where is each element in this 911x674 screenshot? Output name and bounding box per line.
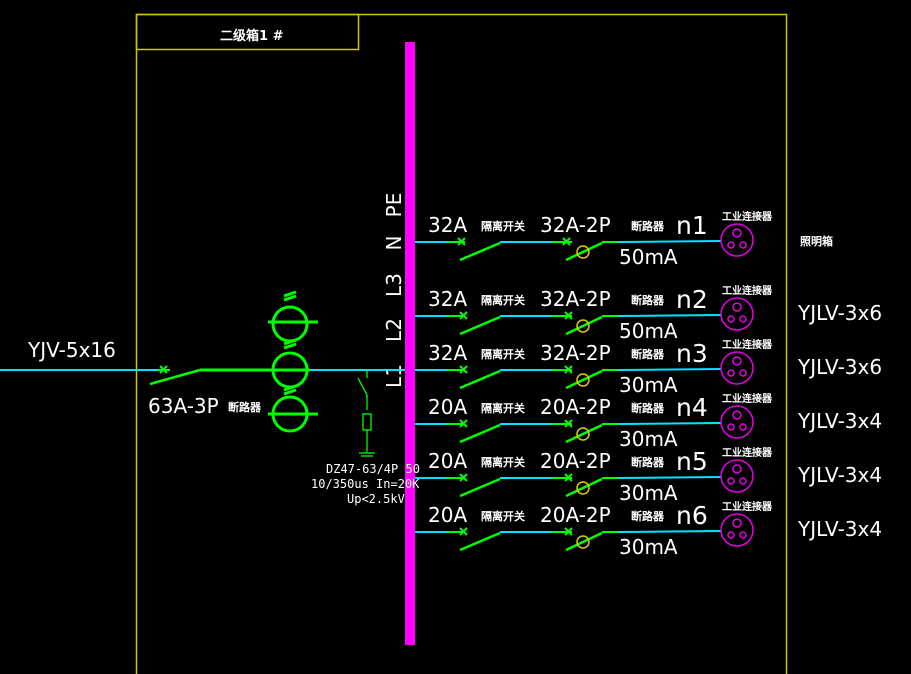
circuit-n3: 32A 隔离开关 32A-2P 断路器 n3 30mA 工业连接器 YJLV-3x6 bbox=[415, 338, 882, 397]
circuit-n1: 32A 隔离开关 32A-2P 断路器 n1 50mA 工业连接器 bbox=[415, 210, 773, 269]
circuit-name: n3 bbox=[676, 339, 708, 368]
rcd-rating: 30mA bbox=[619, 427, 678, 451]
industrial-connector-icon bbox=[720, 351, 754, 385]
cable-spec: YJLV-3x4 bbox=[797, 463, 882, 487]
isolator-rating: 32A bbox=[428, 287, 467, 311]
isolator-blade bbox=[459, 369, 501, 390]
rcd-rating: 30mA bbox=[619, 373, 678, 397]
isolator-label: 隔离开关 bbox=[481, 455, 525, 469]
isolator-blade bbox=[459, 241, 501, 262]
isolator-rating: 32A bbox=[428, 213, 467, 237]
rcd-rating: 30mA bbox=[619, 481, 678, 505]
main-breaker-label: 断路器 bbox=[228, 400, 262, 414]
cable-spec: YJLV-3x4 bbox=[797, 517, 882, 541]
breaker-rating: 32A-2P bbox=[540, 341, 611, 365]
bus-labels: PE N L3 L2 L1 bbox=[382, 193, 406, 388]
spd-spec-2: 10/350us In=20K bbox=[311, 477, 420, 491]
bus-label-l1: L1 bbox=[382, 364, 406, 388]
rcd-rating: 30mA bbox=[619, 535, 678, 559]
incoming-cable: YJV-5x16 bbox=[27, 338, 116, 362]
isolator-label: 隔离开关 bbox=[481, 509, 525, 523]
isolator-label: 隔离开关 bbox=[481, 219, 525, 233]
isolator-rating: 32A bbox=[428, 341, 467, 365]
rcd-rating: 50mA bbox=[619, 319, 678, 343]
breaker-label: 断路器 bbox=[631, 293, 665, 307]
busbar bbox=[405, 42, 415, 645]
load-label: 工业连接器 bbox=[722, 392, 773, 405]
incoming-feeder: YJV-5x16 63A-3P 断路器 DZ47-63/4P 50 10/350… bbox=[0, 290, 420, 506]
breaker-label: 断路器 bbox=[631, 455, 665, 469]
isolator-rating: 20A bbox=[428, 449, 467, 473]
industrial-connector-icon bbox=[720, 459, 754, 493]
isolator-rating: 20A bbox=[428, 503, 467, 527]
load-label: 工业连接器 bbox=[722, 500, 773, 513]
breaker-label: 断路器 bbox=[631, 219, 665, 233]
rcd-rating: 50mA bbox=[619, 245, 678, 269]
outgoing-circuits: 32A 隔离开关 32A-2P 断路器 n1 50mA 工业连接器 32A 隔离开关 32A-2P… bbox=[415, 210, 882, 559]
breaker-label: 断路器 bbox=[631, 401, 665, 415]
industrial-connector-icon bbox=[720, 405, 754, 439]
industrial-connector-icon bbox=[720, 297, 754, 331]
spd-spec-1: DZ47-63/4P 50 bbox=[326, 462, 420, 476]
isolator-label: 隔离开关 bbox=[481, 401, 525, 415]
bus-label-n: N bbox=[382, 236, 406, 251]
isolator-blade bbox=[459, 315, 501, 336]
isolator-rating: 20A bbox=[428, 395, 467, 419]
breaker-rating: 20A-2P bbox=[540, 503, 611, 527]
isolator-label: 隔离开关 bbox=[481, 347, 525, 361]
industrial-connector-icon bbox=[720, 223, 754, 257]
breaker-label: 断路器 bbox=[631, 509, 665, 523]
industrial-connector-icon bbox=[720, 513, 754, 547]
cable-spec: YJLV-3x4 bbox=[797, 409, 882, 433]
load-label: 工业连接器 bbox=[722, 210, 773, 223]
wiring-diagram: 二级箱1 # PE N L3 L2 L1 YJV-5x16 63A-3P 断路器 DZ4… bbox=[0, 13, 882, 674]
load-label: 工业连接器 bbox=[722, 284, 773, 297]
load-label: 工业连接器 bbox=[722, 338, 773, 351]
circuit-n4: 20A 隔离开关 20A-2P 断路器 n4 30mA 工业连接器 YJLV-3x4 bbox=[415, 392, 882, 451]
bus-label-l2: L2 bbox=[382, 318, 406, 342]
breaker-rating: 32A-2P bbox=[540, 287, 611, 311]
circuit-name: n2 bbox=[676, 285, 708, 314]
isolator-blade bbox=[459, 531, 501, 552]
circuit-n2: 32A 隔离开关 32A-2P 断路器 n2 50mA 工业连接器 YJLV-3x6 bbox=[415, 284, 882, 343]
bus-label-pe: PE bbox=[382, 193, 406, 218]
current-transformer-icon bbox=[268, 290, 318, 433]
lighting-box-label: 照明箱 bbox=[800, 234, 833, 248]
isolator-blade bbox=[459, 423, 501, 444]
circuit-name: n1 bbox=[676, 211, 708, 240]
cable-spec: YJLV-3x6 bbox=[797, 301, 882, 325]
circuit-n6: 20A 隔离开关 20A-2P 断路器 n6 30mA 工业连接器 YJLV-3x4 bbox=[415, 500, 882, 559]
surge-protector-icon bbox=[357, 370, 375, 457]
isolator-label: 隔离开关 bbox=[481, 293, 525, 307]
load-label: 工业连接器 bbox=[722, 446, 773, 459]
main-breaker-blade bbox=[149, 368, 201, 386]
spd-spec-3: Up<2.5kV bbox=[347, 492, 405, 506]
box-title: 二级箱1 # bbox=[220, 28, 284, 44]
isolator-blade bbox=[459, 477, 501, 498]
circuit-name: n4 bbox=[676, 393, 708, 422]
breaker-rating: 20A-2P bbox=[540, 395, 611, 419]
circuit-name: n6 bbox=[676, 501, 708, 530]
bus-label-l3: L3 bbox=[382, 273, 406, 297]
breaker-rating: 32A-2P bbox=[540, 213, 611, 237]
main-breaker-rating: 63A-3P bbox=[148, 394, 219, 418]
breaker-label: 断路器 bbox=[631, 347, 665, 361]
circuit-name: n5 bbox=[676, 447, 708, 476]
breaker-rating: 20A-2P bbox=[540, 449, 611, 473]
circuit-n5: 20A 隔离开关 20A-2P 断路器 n5 30mA 工业连接器 YJLV-3x4 bbox=[415, 446, 882, 505]
cable-spec: YJLV-3x6 bbox=[797, 355, 882, 379]
